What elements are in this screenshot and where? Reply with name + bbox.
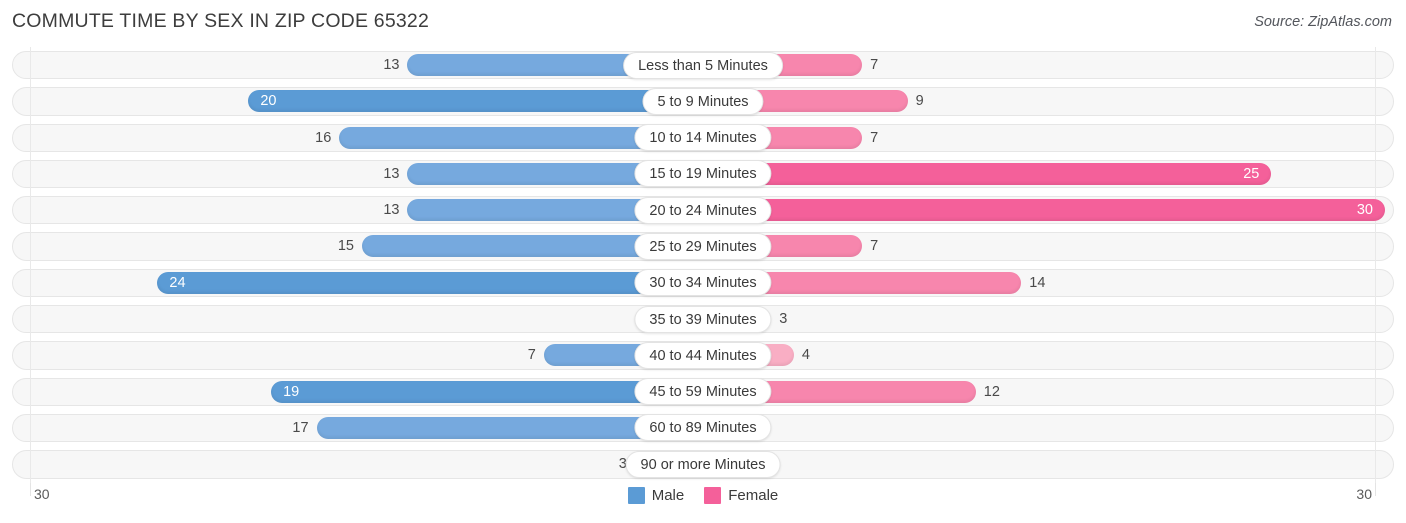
legend-item-female[interactable]: Female — [704, 487, 778, 504]
bar-female[interactable] — [703, 199, 1385, 222]
bar-value-female: 7 — [870, 238, 879, 255]
chart-header: COMMUTE TIME BY SEX IN ZIP CODE 65322 So… — [0, 0, 1406, 44]
source-attribution: Source: ZipAtlas.com — [1254, 14, 1392, 30]
category-label-pill: 60 to 89 Minutes — [634, 414, 772, 442]
bar-value-male: 15 — [337, 238, 354, 255]
chart-row: 24 14 30 to 34 Minutes — [0, 264, 1406, 302]
axis-rule-left — [30, 192, 31, 229]
category-label-pill: 20 to 24 Minutes — [634, 196, 772, 224]
axis-rule-right — [1375, 119, 1376, 156]
category-label-pill: 10 to 14 Minutes — [634, 124, 772, 152]
axis-rule-right — [1375, 47, 1376, 84]
category-label-pill: 90 or more Minutes — [625, 450, 781, 478]
bar-value-male: 19 — [283, 383, 300, 400]
chart-row: 15 7 25 to 29 Minutes — [0, 228, 1406, 265]
bar-value-male: 13 — [383, 202, 400, 219]
commute-time-chart: COMMUTE TIME BY SEX IN ZIP CODE 65322 So… — [0, 0, 1406, 523]
axis-rule-left — [30, 83, 31, 120]
category-label-pill: Less than 5 Minutes — [623, 51, 783, 79]
chart-row: 17060 to 89 Minutes — [0, 409, 1406, 447]
axis-rule-right — [1375, 446, 1376, 483]
bar-value-female: 3 — [779, 311, 788, 328]
bar-value-male: 13 — [383, 57, 400, 73]
axis-rule-right — [1375, 301, 1376, 338]
bar-male[interactable] — [157, 271, 703, 294]
legend-item-male[interactable]: Male — [627, 487, 685, 504]
chart-row: 0335 to 39 Minutes — [0, 301, 1406, 338]
legend-label-male: Male — [651, 487, 685, 504]
chart-row: 13 25 15 to 19 Minutes — [0, 155, 1406, 193]
axis-rule-left — [30, 337, 31, 374]
chart-footer: 30 30 Male Female — [0, 483, 1406, 523]
chart-row: 16 7 10 to 14 Minutes — [0, 119, 1406, 156]
bar-value-female: 7 — [870, 57, 879, 73]
legend: Male Female — [0, 487, 1406, 504]
category-label-pill: 25 to 29 Minutes — [634, 232, 772, 260]
bar-value-male: 17 — [292, 419, 309, 436]
bar-value-female: 14 — [1029, 274, 1046, 291]
axis-rule-left — [30, 409, 31, 447]
chart-row: 19 12 45 to 59 Minutes — [0, 373, 1406, 410]
bar-value-female: 12 — [983, 383, 1000, 400]
bar-value-male: 13 — [383, 165, 400, 182]
plot-area: 13 7 Less than 5 Minutes 20 9 5 to 9 Minutes 1… — [0, 47, 1406, 483]
axis-rule-left — [30, 446, 31, 483]
bar-value-female: 7 — [870, 129, 879, 146]
axis-rule-left — [30, 301, 31, 338]
legend-label-female: Female — [728, 487, 779, 504]
legend-swatch-female — [704, 487, 722, 504]
category-label-pill: 45 to 59 Minutes — [634, 378, 772, 406]
axis-rule-right — [1375, 264, 1376, 302]
axis-rule-right — [1375, 83, 1376, 120]
axis-rule-right — [1375, 228, 1376, 265]
chart-row: 13 7 Less than 5 Minutes — [0, 47, 1406, 84]
axis-rule-left — [30, 119, 31, 156]
axis-rule-right — [1375, 409, 1376, 447]
chart-row: 3290 or more Minutes — [0, 446, 1406, 483]
category-label-pill: 40 to 44 Minutes — [634, 341, 772, 369]
axis-rule-left — [30, 264, 31, 302]
bar-female[interactable] — [703, 162, 1272, 185]
bar-value-female: 9 — [915, 93, 924, 110]
category-label-pill: 30 to 34 Minutes — [634, 269, 772, 297]
page-title: COMMUTE TIME BY SEX IN ZIP CODE 65322 — [12, 10, 430, 32]
axis-rule-right — [1375, 337, 1376, 374]
bar-male[interactable] — [248, 90, 703, 113]
chart-row: 7 4 40 to 44 Minutes — [0, 337, 1406, 374]
axis-rule-left — [30, 47, 31, 84]
axis-rule-right — [1375, 373, 1376, 410]
bar-value-female: 30 — [1356, 202, 1373, 219]
bar-value-female: 4 — [801, 347, 810, 364]
bar-value-male: 16 — [315, 129, 332, 146]
category-label-pill: 15 to 19 Minutes — [634, 160, 772, 188]
axis-rule-left — [30, 373, 31, 410]
chart-row: 20 9 5 to 9 Minutes — [0, 83, 1406, 120]
axis-rule-left — [30, 228, 31, 265]
bar-value-male: 20 — [260, 93, 277, 110]
legend-swatch-male — [627, 487, 645, 504]
bar-value-male: 7 — [527, 347, 536, 364]
category-label-pill: 35 to 39 Minutes — [634, 305, 772, 333]
chart-row: 13 30 20 to 24 Minutes — [0, 192, 1406, 229]
axis-rule-left — [30, 155, 31, 193]
bar-value-female: 25 — [1243, 165, 1260, 182]
axis-rule-right — [1375, 155, 1376, 193]
bar-value-male: 24 — [169, 274, 186, 291]
category-label-pill: 5 to 9 Minutes — [642, 87, 764, 115]
